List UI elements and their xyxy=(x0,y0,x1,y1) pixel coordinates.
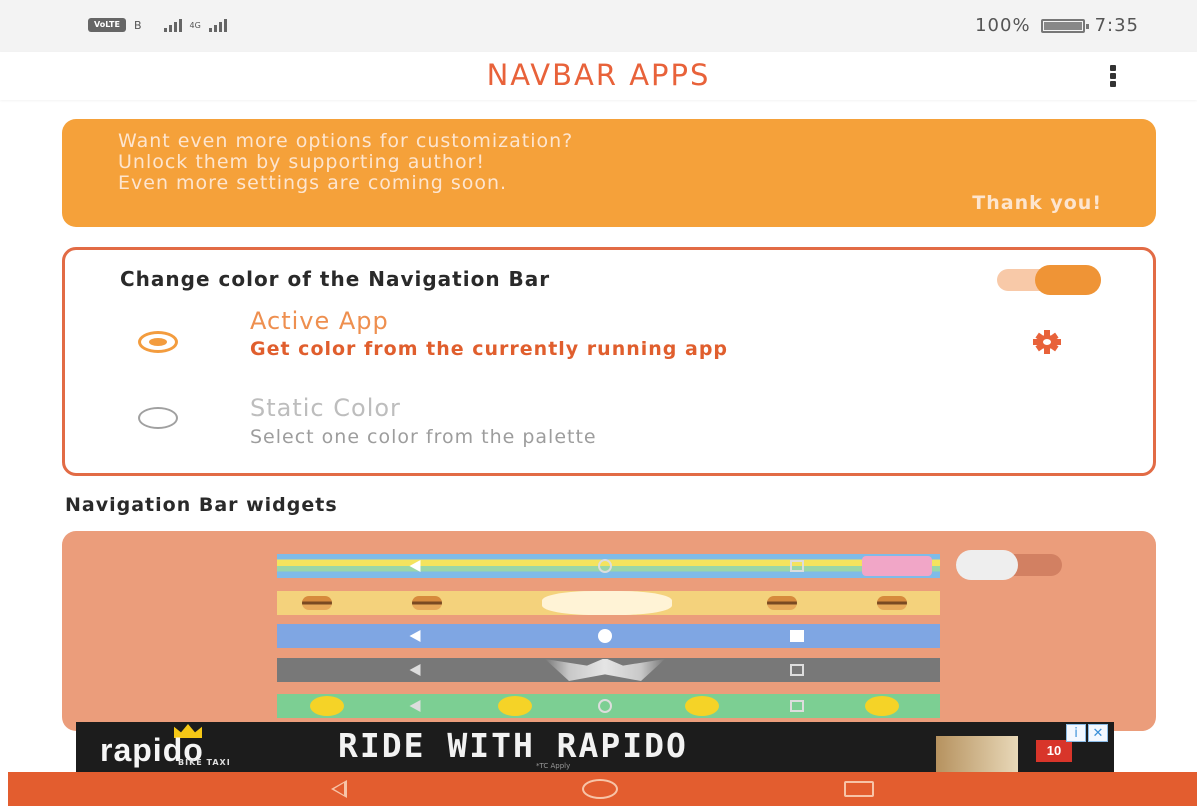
more-vert-icon[interactable] xyxy=(1106,65,1120,87)
promo-text: Want even more options for customization… xyxy=(118,131,573,194)
ad-headline: RIDE WITH RAPIDO xyxy=(338,726,688,765)
nyan-cat-icon xyxy=(862,556,932,576)
smiley-icon xyxy=(310,696,344,716)
ad-badge: 10 xyxy=(1036,740,1072,762)
active-app-title[interactable]: Active App xyxy=(250,307,389,335)
signal-strength-icon xyxy=(163,18,182,32)
card-title: Change color of the Navigation Bar xyxy=(120,267,551,291)
widget-style-cartoon-face[interactable] xyxy=(277,591,940,615)
navbar-color-card: Change color of the Navigation Bar Activ… xyxy=(62,247,1156,476)
back-icon xyxy=(409,664,421,676)
recents-icon xyxy=(790,700,804,712)
promo-line: Want even more options for customization… xyxy=(118,130,574,152)
widget-style-emoji-smileys[interactable] xyxy=(277,694,940,718)
widgets-panel xyxy=(62,531,1156,731)
home-icon xyxy=(598,629,612,643)
recents-icon xyxy=(790,664,804,676)
smiley-icon xyxy=(498,696,532,716)
active-app-radio[interactable] xyxy=(138,331,178,353)
promo-banner[interactable]: Want even more options for customization… xyxy=(62,119,1156,227)
system-navigation-bar xyxy=(8,772,1197,806)
burger-icon xyxy=(302,596,332,610)
info-icon[interactable]: i xyxy=(1066,724,1086,742)
smiley-icon xyxy=(685,696,719,716)
recents-square-icon[interactable] xyxy=(844,781,874,797)
widget-style-nyan-cat[interactable] xyxy=(277,554,940,578)
batman-logo-icon xyxy=(545,659,665,681)
ad-brand-subtitle: BIKE TAXI xyxy=(178,758,231,767)
cartoon-face-icon xyxy=(542,591,672,615)
close-icon[interactable]: ✕ xyxy=(1088,724,1108,742)
burger-icon xyxy=(412,596,442,610)
ad-banner[interactable]: rapido BIKE TAXI RIDE WITH RAPIDO *TC Ap… xyxy=(76,722,1114,772)
status-bar-left: VoLTE B 4G xyxy=(88,18,227,32)
home-icon xyxy=(598,559,612,573)
widget-style-blue-solid[interactable] xyxy=(277,624,940,648)
widgets-heading: Navigation Bar widgets xyxy=(65,494,338,516)
promo-line: Even more settings are coming soon. xyxy=(118,172,508,194)
widget-style-batman[interactable] xyxy=(277,658,940,682)
navbar-color-toggle[interactable] xyxy=(997,265,1101,295)
widgets-toggle[interactable] xyxy=(956,550,1062,580)
promo-line: Unlock them by supporting author! xyxy=(118,151,486,173)
network-type-label: 4G xyxy=(189,20,201,30)
toggle-knob xyxy=(1035,265,1101,295)
home-circle-icon[interactable] xyxy=(582,779,618,799)
back-triangle-icon[interactable] xyxy=(331,780,347,798)
burger-icon xyxy=(767,596,797,610)
burger-icon xyxy=(877,596,907,610)
battery-icon xyxy=(1040,18,1089,33)
signal-strength-2-icon xyxy=(208,18,227,32)
battery-percent: 100% xyxy=(975,15,1031,36)
app-title: NAVBAR APPS xyxy=(486,58,711,92)
recents-icon xyxy=(790,630,804,642)
back-icon xyxy=(409,700,421,712)
back-icon xyxy=(409,560,421,572)
gear-icon[interactable] xyxy=(1031,330,1063,354)
sim-indicator: B xyxy=(134,18,142,32)
static-color-description: Select one color from the palette xyxy=(250,426,597,448)
clock: 7:35 xyxy=(1094,15,1139,36)
ad-image xyxy=(936,736,1018,772)
active-app-description: Get color from the currently running app xyxy=(250,338,729,360)
promo-thanks: Thank you! xyxy=(972,192,1102,214)
app-bar: NAVBAR APPS xyxy=(0,52,1197,100)
toggle-knob xyxy=(956,550,1018,580)
volte-badge: VoLTE xyxy=(88,18,126,32)
smiley-icon xyxy=(865,696,899,716)
ad-disclaimer: *TC Apply xyxy=(536,762,571,770)
status-bar-right: 100% 7:35 xyxy=(975,15,1139,36)
home-icon xyxy=(598,699,612,713)
status-bar: VoLTE B 4G 100% 7:35 xyxy=(0,0,1197,52)
static-color-radio[interactable] xyxy=(138,407,178,429)
ad-controls: i ✕ xyxy=(1066,724,1108,742)
static-color-title[interactable]: Static Color xyxy=(250,394,401,422)
recents-icon xyxy=(790,560,804,572)
back-icon xyxy=(409,630,421,642)
